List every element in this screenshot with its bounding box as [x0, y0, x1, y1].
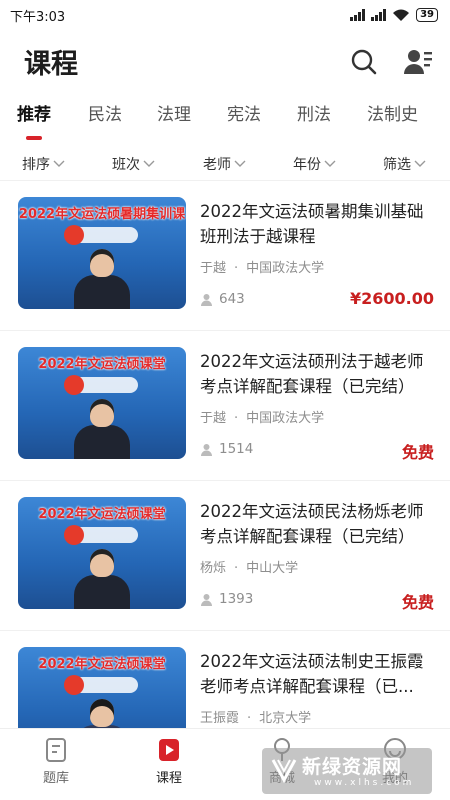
tab-legal-history[interactable]: 法制史 [367, 100, 418, 125]
brand-logo [64, 525, 138, 545]
course-item[interactable]: 2022年文运法硕课堂 2022年文运法硕民法杨烁老师考点详解配套课程（已完结）… [0, 480, 450, 630]
chevron-down-icon [324, 160, 336, 167]
teacher-photo [74, 249, 130, 309]
status-time: 下午3:03 [10, 9, 66, 25]
course-meta: 王振霞 · 北京大学 [200, 711, 312, 726]
school-name: 中国政法大学 [246, 261, 325, 276]
category-tabs: 推荐 民法 法理 宪法 刑法 法制史 [0, 100, 450, 140]
chevron-down-icon [414, 160, 426, 167]
tab-civil-law[interactable]: 民法 [88, 100, 122, 125]
chevron-down-icon [234, 160, 246, 167]
course-thumbnail: 2022年文运法硕暑期集训课 [18, 197, 186, 309]
search-icon [351, 49, 377, 75]
signal-icon-2 [371, 9, 387, 21]
student-count: 643 [200, 291, 245, 307]
thumbnail-banner: 2022年文运法硕暑期集训课 [18, 207, 186, 222]
course-title: 2022年文运法硕暑期集训基础班刑法于越课程 [200, 202, 424, 246]
filter-year[interactable]: 年份 [293, 154, 336, 174]
thumbnail-banner: 2022年文运法硕课堂 [38, 357, 166, 372]
course-meta: 于越 · 中国政法大学 [200, 411, 325, 426]
teacher-name: 王振霞 [200, 711, 240, 726]
battery-indicator: 39 [416, 8, 438, 22]
teacher-name: 杨烁 [200, 561, 227, 576]
status-bar: 下午3:03 39 [0, 0, 450, 30]
brand-logo [64, 375, 138, 395]
user-list-icon [404, 50, 432, 74]
teacher-name: 于越 [200, 261, 227, 276]
school-name: 北京大学 [259, 711, 312, 726]
tab-jurisprudence[interactable]: 法理 [157, 100, 191, 125]
watermark: 新绿资源网 www.xlhs.com [262, 748, 432, 794]
course-meta: 杨烁 · 中山大学 [200, 561, 299, 576]
brand-logo [64, 225, 138, 245]
header: 课程 [0, 40, 450, 84]
tab-criminal-law[interactable]: 刑法 [297, 100, 331, 125]
person-icon [201, 593, 212, 606]
tab-constitutional-law[interactable]: 宪法 [227, 100, 261, 125]
course-price: 免费 [401, 443, 434, 462]
brand-logo [64, 675, 138, 695]
course-price: 免费 [401, 593, 434, 612]
tab-active-indicator [26, 136, 42, 140]
course-title: 2022年文运法硕刑法于越老师考点详解配套课程（已完结） [200, 352, 424, 396]
teacher-name: 于越 [200, 411, 227, 426]
watermark-text: 新绿资源网 [302, 756, 403, 778]
chevron-down-icon [143, 160, 155, 167]
course-price: ¥2600.00 [349, 289, 434, 308]
filter-bar: 排序 班次 老师 年份 筛选 [0, 150, 450, 180]
course-thumbnail: 2022年文运法硕课堂 [18, 347, 186, 459]
filter-screen[interactable]: 筛选 [383, 154, 426, 174]
my-courses-button[interactable] [402, 46, 434, 78]
course-item[interactable]: 2022年文运法硕课堂 2022年文运法硕刑法于越老师考点详解配套课程（已完结）… [0, 330, 450, 480]
page-title: 课程 [24, 49, 78, 80]
course-title: 2022年文运法硕民法杨烁老师考点详解配套课程（已完结） [200, 502, 424, 546]
nav-question-bank[interactable]: 题库 [26, 737, 86, 786]
watermark-url: www.xlhs.com [314, 778, 415, 788]
course-item[interactable]: 2022年文运法硕暑期集训课 2022年文运法硕暑期集训基础班刑法于越课程 于越… [0, 180, 450, 330]
search-button[interactable] [348, 46, 380, 78]
person-icon [201, 443, 212, 456]
thumbnail-banner: 2022年文运法硕课堂 [38, 657, 166, 672]
school-name: 中国政法大学 [246, 411, 325, 426]
student-count: 1514 [200, 441, 253, 457]
person-icon [201, 293, 212, 306]
status-icons: 39 [350, 8, 438, 22]
watermark-logo-icon [271, 759, 297, 784]
filter-class[interactable]: 班次 [112, 154, 155, 174]
nav-courses[interactable]: 课程 [139, 737, 199, 786]
course-play-icon [159, 739, 179, 761]
course-thumbnail: 2022年文运法硕课堂 [18, 497, 186, 609]
question-bank-icon [46, 738, 66, 762]
signal-icon [350, 9, 366, 21]
teacher-photo [74, 399, 130, 459]
teacher-photo [74, 549, 130, 609]
filter-teacher[interactable]: 老师 [203, 154, 246, 174]
wifi-icon [393, 9, 410, 21]
student-count: 1393 [200, 591, 253, 607]
course-title: 2022年文运法硕法制史王振霞老师考点详解配套课程（已... [200, 652, 424, 696]
school-name: 中山大学 [246, 561, 299, 576]
tab-recommend[interactable]: 推荐 [17, 100, 51, 125]
chevron-down-icon [53, 160, 65, 167]
course-meta: 于越 · 中国政法大学 [200, 261, 325, 276]
thumbnail-banner: 2022年文运法硕课堂 [38, 507, 166, 522]
filter-sort[interactable]: 排序 [22, 154, 65, 174]
